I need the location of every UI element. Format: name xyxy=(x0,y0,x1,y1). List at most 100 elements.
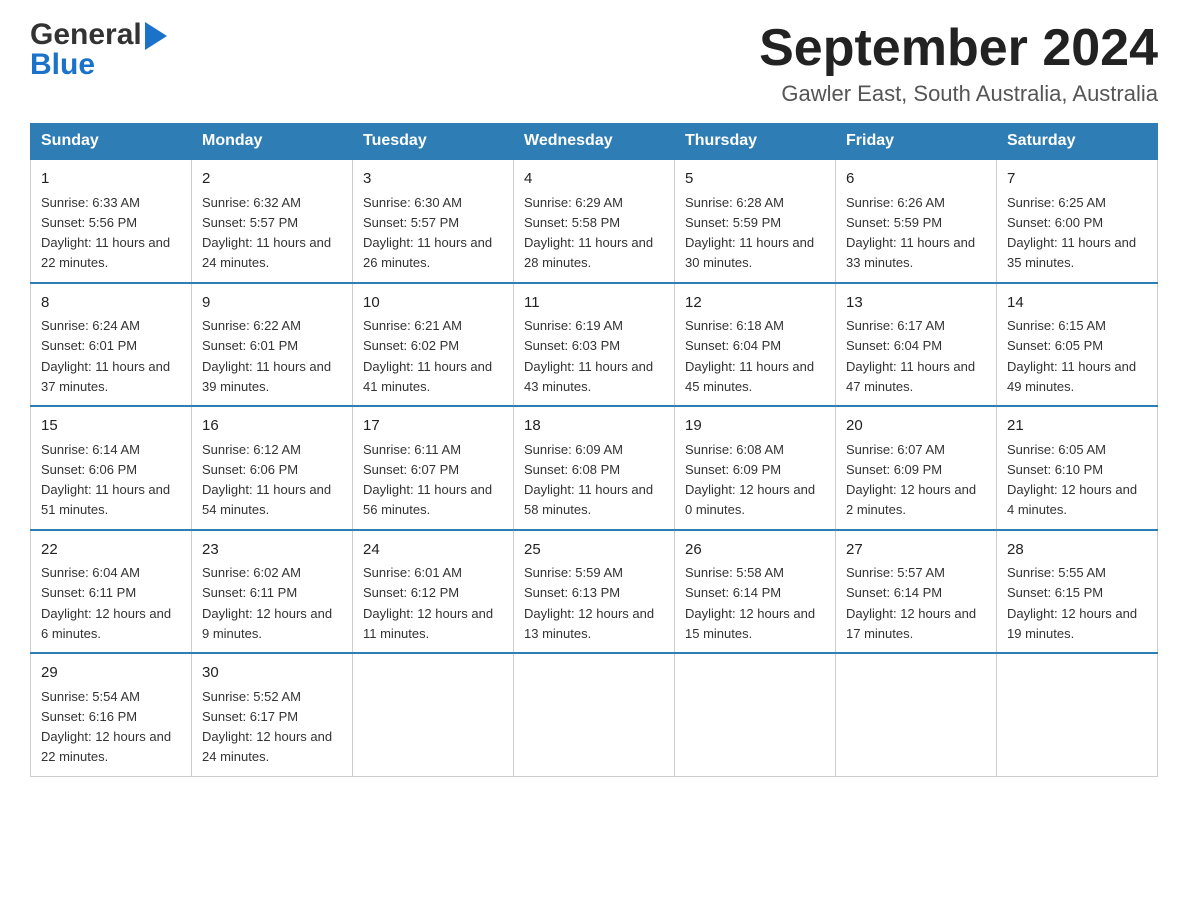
day-number: 11 xyxy=(524,292,664,315)
weekday-header-row: SundayMondayTuesdayWednesdayThursdayFrid… xyxy=(31,124,1158,160)
calendar-cell: 5 Sunrise: 6:28 AMSunset: 5:59 PMDaylight… xyxy=(675,159,836,283)
logo-blue-text: Blue xyxy=(30,48,95,81)
calendar-cell: 4Sunrise: 6:29 AMSunset: 5:58 PMDaylight… xyxy=(514,159,675,283)
day-number: 2 xyxy=(202,168,342,191)
day-number: 1 xyxy=(41,168,181,191)
calendar-cell: 15 Sunrise: 6:14 AMSunset: 6:06 PMDayligh… xyxy=(31,406,192,530)
calendar-cell: 7 Sunrise: 6:25 AMSunset: 6:00 PMDaylight… xyxy=(997,159,1158,283)
weekday-header-tuesday: Tuesday xyxy=(353,124,514,160)
weekday-header-sunday: Sunday xyxy=(31,124,192,160)
day-info: Sunrise: 6:05 AMSunset: 6:10 PMDaylight:… xyxy=(1007,442,1137,518)
weekday-header-wednesday: Wednesday xyxy=(514,124,675,160)
day-info: Sunrise: 6:22 AMSunset: 6:01 PMDaylight:… xyxy=(202,318,331,394)
day-number: 22 xyxy=(41,539,181,562)
day-info: Sunrise: 6:12 AMSunset: 6:06 PMDaylight:… xyxy=(202,442,331,518)
calendar-cell: 2 Sunrise: 6:32 AMSunset: 5:57 PMDaylight… xyxy=(192,159,353,283)
day-info: Sunrise: 5:57 AMSunset: 6:14 PMDaylight:… xyxy=(846,565,976,641)
day-number: 15 xyxy=(41,415,181,438)
day-info: Sunrise: 6:17 AMSunset: 6:04 PMDaylight:… xyxy=(846,318,975,394)
calendar-table: SundayMondayTuesdayWednesdayThursdayFrid… xyxy=(30,123,1158,777)
calendar-cell: 10Sunrise: 6:21 AMSunset: 6:02 PMDayligh… xyxy=(353,283,514,407)
calendar-cell: 16 Sunrise: 6:12 AMSunset: 6:06 PMDayligh… xyxy=(192,406,353,530)
day-info: Sunrise: 6:15 AMSunset: 6:05 PMDaylight:… xyxy=(1007,318,1136,394)
calendar-cell: 18Sunrise: 6:09 AMSunset: 6:08 PMDayligh… xyxy=(514,406,675,530)
calendar-cell xyxy=(353,653,514,776)
day-number: 18 xyxy=(524,415,664,438)
day-number: 30 xyxy=(202,662,342,685)
calendar-cell: 27 Sunrise: 5:57 AMSunset: 6:14 PMDayligh… xyxy=(836,530,997,654)
weekday-header-thursday: Thursday xyxy=(675,124,836,160)
day-info: Sunrise: 6:19 AMSunset: 6:03 PMDaylight:… xyxy=(524,318,653,394)
calendar-cell: 22 Sunrise: 6:04 AMSunset: 6:11 PMDayligh… xyxy=(31,530,192,654)
day-info: Sunrise: 6:02 AMSunset: 6:11 PMDaylight:… xyxy=(202,565,332,641)
day-number: 6 xyxy=(846,168,986,191)
calendar-cell xyxy=(997,653,1158,776)
logo-arrow-icon xyxy=(145,22,167,50)
week-row-2: 8Sunrise: 6:24 AMSunset: 6:01 PMDaylight… xyxy=(31,283,1158,407)
calendar-cell xyxy=(514,653,675,776)
weekday-header-friday: Friday xyxy=(836,124,997,160)
calendar-cell: 6 Sunrise: 6:26 AMSunset: 5:59 PMDaylight… xyxy=(836,159,997,283)
day-info: Sunrise: 6:11 AMSunset: 6:07 PMDaylight:… xyxy=(363,442,492,518)
day-info: Sunrise: 6:18 AMSunset: 6:04 PMDaylight:… xyxy=(685,318,814,394)
calendar-cell: 3 Sunrise: 6:30 AMSunset: 5:57 PMDaylight… xyxy=(353,159,514,283)
calendar-cell: 9 Sunrise: 6:22 AMSunset: 6:01 PMDaylight… xyxy=(192,283,353,407)
day-number: 26 xyxy=(685,539,825,562)
week-row-4: 22 Sunrise: 6:04 AMSunset: 6:11 PMDayligh… xyxy=(31,530,1158,654)
calendar-cell: 28 Sunrise: 5:55 AMSunset: 6:15 PMDayligh… xyxy=(997,530,1158,654)
day-number: 20 xyxy=(846,415,986,438)
weekday-header-saturday: Saturday xyxy=(997,124,1158,160)
day-number: 14 xyxy=(1007,292,1147,315)
day-info: Sunrise: 6:28 AMSunset: 5:59 PMDaylight:… xyxy=(685,195,814,271)
day-info: Sunrise: 6:25 AMSunset: 6:00 PMDaylight:… xyxy=(1007,195,1136,271)
day-number: 3 xyxy=(363,168,503,191)
day-number: 10 xyxy=(363,292,503,315)
calendar-cell: 14 Sunrise: 6:15 AMSunset: 6:05 PMDayligh… xyxy=(997,283,1158,407)
week-row-1: 1 Sunrise: 6:33 AMSunset: 5:56 PMDaylight… xyxy=(31,159,1158,283)
calendar-cell: 17 Sunrise: 6:11 AMSunset: 6:07 PMDayligh… xyxy=(353,406,514,530)
day-number: 9 xyxy=(202,292,342,315)
day-info: Sunrise: 6:01 AMSunset: 6:12 PMDaylight:… xyxy=(363,565,493,641)
weekday-header-monday: Monday xyxy=(192,124,353,160)
calendar-cell: 1 Sunrise: 6:33 AMSunset: 5:56 PMDaylight… xyxy=(31,159,192,283)
day-info: Sunrise: 6:26 AMSunset: 5:59 PMDaylight:… xyxy=(846,195,975,271)
day-number: 28 xyxy=(1007,539,1147,562)
day-number: 23 xyxy=(202,539,342,562)
day-info: Sunrise: 6:14 AMSunset: 6:06 PMDaylight:… xyxy=(41,442,170,518)
day-number: 25 xyxy=(524,539,664,562)
calendar-cell: 13Sunrise: 6:17 AMSunset: 6:04 PMDayligh… xyxy=(836,283,997,407)
logo: General Blue xyxy=(30,20,167,80)
day-number: 16 xyxy=(202,415,342,438)
week-row-5: 29Sunrise: 5:54 AMSunset: 6:16 PMDayligh… xyxy=(31,653,1158,776)
day-number: 17 xyxy=(363,415,503,438)
day-info: Sunrise: 6:33 AMSunset: 5:56 PMDaylight:… xyxy=(41,195,170,271)
day-info: Sunrise: 6:08 AMSunset: 6:09 PMDaylight:… xyxy=(685,442,815,518)
calendar-cell xyxy=(675,653,836,776)
calendar-cell: 26 Sunrise: 5:58 AMSunset: 6:14 PMDayligh… xyxy=(675,530,836,654)
day-number: 5 xyxy=(685,168,825,191)
calendar-cell: 12Sunrise: 6:18 AMSunset: 6:04 PMDayligh… xyxy=(675,283,836,407)
calendar-cell: 23 Sunrise: 6:02 AMSunset: 6:11 PMDayligh… xyxy=(192,530,353,654)
calendar-cell xyxy=(836,653,997,776)
day-info: Sunrise: 6:07 AMSunset: 6:09 PMDaylight:… xyxy=(846,442,976,518)
day-info: Sunrise: 5:55 AMSunset: 6:15 PMDaylight:… xyxy=(1007,565,1137,641)
day-number: 7 xyxy=(1007,168,1147,191)
day-number: 29 xyxy=(41,662,181,685)
calendar-cell: 24Sunrise: 6:01 AMSunset: 6:12 PMDayligh… xyxy=(353,530,514,654)
calendar-cell: 20 Sunrise: 6:07 AMSunset: 6:09 PMDayligh… xyxy=(836,406,997,530)
day-number: 19 xyxy=(685,415,825,438)
week-row-3: 15 Sunrise: 6:14 AMSunset: 6:06 PMDayligh… xyxy=(31,406,1158,530)
day-number: 27 xyxy=(846,539,986,562)
calendar-cell: 8Sunrise: 6:24 AMSunset: 6:01 PMDaylight… xyxy=(31,283,192,407)
day-info: Sunrise: 6:30 AMSunset: 5:57 PMDaylight:… xyxy=(363,195,492,271)
day-info: Sunrise: 6:32 AMSunset: 5:57 PMDaylight:… xyxy=(202,195,331,271)
location-subtitle: Gawler East, South Australia, Australia xyxy=(759,81,1158,107)
day-info: Sunrise: 6:29 AMSunset: 5:58 PMDaylight:… xyxy=(524,195,653,271)
day-info: Sunrise: 6:04 AMSunset: 6:11 PMDaylight:… xyxy=(41,565,171,641)
day-info: Sunrise: 5:52 AMSunset: 6:17 PMDaylight:… xyxy=(202,689,332,765)
day-info: Sunrise: 5:58 AMSunset: 6:14 PMDaylight:… xyxy=(685,565,815,641)
day-number: 21 xyxy=(1007,415,1147,438)
month-title: September 2024 xyxy=(759,20,1158,77)
calendar-cell: 19 Sunrise: 6:08 AMSunset: 6:09 PMDayligh… xyxy=(675,406,836,530)
calendar-cell: 25Sunrise: 5:59 AMSunset: 6:13 PMDayligh… xyxy=(514,530,675,654)
